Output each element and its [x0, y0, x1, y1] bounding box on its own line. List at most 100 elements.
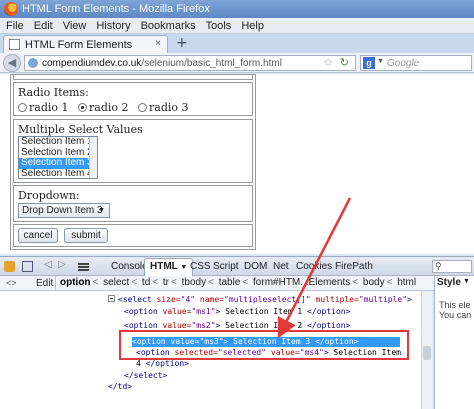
arrow-left-icon[interactable]: ◁	[44, 259, 55, 270]
edit-button[interactable]: Edit	[32, 277, 57, 290]
code-attr: size=	[151, 295, 181, 304]
breadcrumb-option[interactable]: option	[58, 277, 93, 288]
tab-console[interactable]: Console	[111, 261, 148, 272]
breadcrumb-html[interactable]: html	[395, 277, 418, 288]
search-bar[interactable]: g ▼ Google	[360, 55, 472, 71]
close-tab-icon[interactable]: ×	[155, 38, 161, 49]
navigation-bar: ◀ compendiumdev.co.uk/selenium/basic_htm…	[0, 53, 474, 73]
code-tag: </select>	[124, 371, 168, 380]
bookmark-star-icon[interactable]: ☆	[323, 56, 333, 69]
menu-icon[interactable]	[78, 263, 89, 271]
menu-history[interactable]: History	[91, 18, 135, 32]
menu-tools[interactable]: Tools	[201, 18, 237, 32]
code-line-option-4[interactable]: <option selected="selected" value="ms4">…	[136, 348, 401, 358]
code-tag: >	[407, 295, 412, 304]
firebug-icon[interactable]	[4, 261, 15, 272]
form-table: Radio Items: radio 1 radio 2 radio 3 Mul…	[10, 74, 256, 250]
radio-1[interactable]	[18, 103, 27, 112]
cancel-button[interactable]: cancel	[18, 228, 58, 243]
multiselect-option-1[interactable]: Selection Item 1	[19, 137, 97, 148]
firebug-toolbar: ◁ ▷ Console HTML ▼ CSS Script DOM Net Co…	[0, 256, 474, 276]
code-line-select-open[interactable]: <select size="4" name="multipleselect[]"…	[108, 295, 412, 305]
multiselect-option-3[interactable]: Selection Item 3	[19, 157, 97, 169]
menu-bookmarks[interactable]: Bookmarks	[136, 18, 201, 32]
multiselect-scrollbar[interactable]	[89, 137, 97, 178]
side-tab-style[interactable]: Style	[437, 277, 461, 288]
tab-firepath[interactable]: FirePath	[335, 261, 373, 272]
inspect-element-icon[interactable]	[22, 261, 33, 272]
multiple-select-label: Multiple Select Values	[18, 123, 143, 136]
radio-3-label: radio 3	[149, 101, 189, 114]
tab-dom[interactable]: DOM	[244, 261, 267, 272]
breadcrumb-tr[interactable]: tr	[161, 277, 171, 288]
tab-html-caret-icon[interactable]: ▼	[180, 264, 187, 271]
code-tag: </option>	[307, 307, 351, 316]
breadcrumb-form[interactable]: form#HTM...Elements	[251, 277, 352, 288]
menubar: File Edit View History Bookmarks Tools Help	[0, 18, 474, 34]
firefox-logo-icon	[4, 2, 18, 16]
menu-file[interactable]: File	[0, 18, 29, 32]
tab-net[interactable]: Net	[273, 261, 289, 272]
submit-button[interactable]: submit	[64, 228, 108, 243]
code-attr: value=	[157, 321, 192, 330]
side-panel-text-2: You can	[439, 310, 472, 320]
dropdown-select[interactable]: Drop Down Item 3 ▼	[18, 203, 110, 218]
search-placeholder: Google	[387, 58, 420, 69]
code-attr-value: "multipleselect[]"	[223, 295, 311, 304]
code-tag: <option	[124, 307, 158, 316]
radio-2[interactable]	[78, 103, 87, 112]
radio-group: radio 1 radio 2 radio 3	[18, 101, 195, 114]
breadcrumb-body[interactable]: body	[361, 277, 387, 288]
html-source-icon[interactable]: <>	[6, 278, 18, 289]
arrow-right-icon[interactable]: ▷	[58, 259, 69, 270]
collapse-twisty-icon[interactable]	[108, 295, 115, 302]
reload-icon[interactable]: ↻	[340, 56, 349, 69]
tab-html-label: HTML	[150, 261, 178, 272]
multiple-select-list[interactable]: Selection Item 1 Selection Item 2 Select…	[18, 136, 98, 179]
radio-3[interactable]	[138, 103, 147, 112]
tab-cookies[interactable]: Cookies	[296, 261, 332, 272]
side-panel-text-1: This ele	[439, 300, 471, 310]
tab-html-form-elements[interactable]: HTML Form Elements ×	[3, 35, 168, 53]
code-attr-value: "ms3"	[199, 337, 224, 346]
breadcrumb: option < select < td < tr < tbody < table < fo…	[58, 277, 418, 288]
menu-edit[interactable]: Edit	[29, 18, 58, 32]
devtools-search-input[interactable]: ⚲	[432, 260, 472, 273]
tab-html[interactable]: HTML ▼	[144, 258, 194, 276]
code-attr: value=	[266, 348, 300, 357]
code-line-option-1[interactable]: <option value="ms1"> Selection Item 1 </…	[124, 307, 350, 317]
code-line-option-2[interactable]: <option value="ms2"> Selection Item 2 </…	[124, 321, 350, 331]
code-tag: <select	[118, 295, 152, 304]
page-content: Radio Items: radio 1 radio 2 radio 3 Mul…	[0, 74, 474, 254]
search-engine-caret-icon[interactable]: ▼	[377, 58, 384, 65]
multiselect-option-4[interactable]: Selection Item 4	[19, 168, 97, 178]
window-title: HTML Form Elements - Mozilla Firefox	[22, 3, 210, 15]
form-cell-buttons: cancel submit	[13, 224, 253, 247]
breadcrumb-tbody[interactable]: tbody	[180, 277, 208, 288]
breadcrumb-select[interactable]: select	[101, 277, 131, 288]
code-line-td-close[interactable]: </td>	[108, 382, 132, 392]
menu-view[interactable]: View	[58, 18, 92, 32]
breadcrumb-table[interactable]: table	[217, 277, 243, 288]
code-attr-value: "ms1"	[191, 307, 216, 316]
google-icon[interactable]: g	[363, 57, 375, 69]
url-bar[interactable]: compendiumdev.co.uk/selenium/basic_html_…	[24, 55, 356, 71]
chevron-down-icon[interactable]: ▼	[463, 278, 470, 285]
back-button[interactable]: ◀	[3, 54, 21, 72]
code-line-select-close[interactable]: </select>	[124, 371, 167, 381]
tab-script[interactable]: Script	[213, 261, 239, 272]
html-panel-scrollbar[interactable]	[421, 291, 432, 409]
code-attr: name=	[195, 295, 224, 304]
menu-help[interactable]: Help	[236, 18, 269, 32]
code-text: Selection Item 1	[220, 307, 308, 316]
code-line-option-4-continued[interactable]: 4 </option>	[136, 359, 189, 369]
scrollbar-thumb[interactable]	[423, 346, 431, 360]
code-text: Selection Item 2	[220, 321, 308, 330]
code-tag: </option>	[145, 359, 189, 368]
code-text: Selection Item	[328, 348, 401, 357]
url-host: compendiumdev.co.uk	[42, 58, 142, 69]
breadcrumb-td[interactable]: td	[140, 277, 152, 288]
tab-css[interactable]: CSS	[190, 261, 211, 272]
code-line-option-3-selected[interactable]: <option value="ms3"> Selection Item 3 </…	[132, 337, 400, 347]
new-tab-button[interactable]: +	[176, 36, 190, 50]
